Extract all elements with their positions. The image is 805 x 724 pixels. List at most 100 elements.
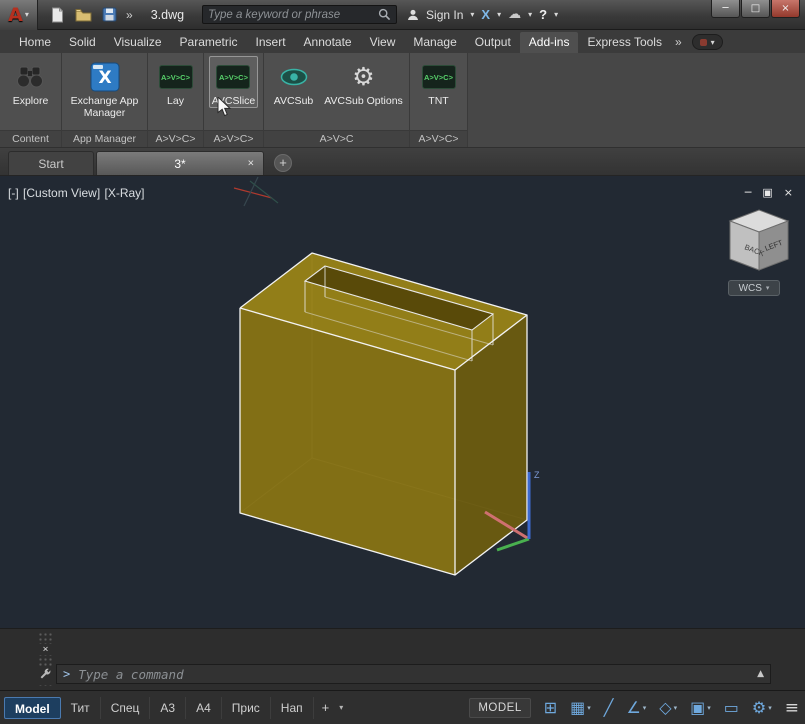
explore-button[interactable]: Explore (10, 56, 52, 108)
binoculars-icon (15, 59, 45, 95)
workspace-caret-icon[interactable]: ▾ (768, 704, 772, 712)
panel-label-avc-slice[interactable]: A>V>C> (204, 130, 263, 147)
annotation-icon[interactable]: ▭ (724, 698, 739, 718)
viewport-view-control[interactable]: [Custom View] (23, 186, 100, 200)
ribbon-tab-annotate[interactable]: Annotate (295, 32, 361, 53)
wcs-dropdown[interactable]: WCS ▾ (728, 280, 780, 296)
layout-overflow-icon[interactable]: ▾ (339, 703, 343, 712)
exchange-app-manager-label: Exchange App Manager (65, 95, 145, 119)
avc-badge-icon: A>V>C> (159, 65, 193, 89)
new-layout-button[interactable]: + (314, 700, 338, 715)
tnt-label: TNT (428, 95, 448, 107)
layout-tab-model[interactable]: Model (4, 697, 61, 719)
polar-tracking-icon[interactable]: ∠ ▾ (626, 698, 646, 718)
new-tab-button[interactable]: + (274, 154, 292, 172)
layout-tab-spec[interactable]: Спец (101, 697, 151, 719)
ribbon-tab-view[interactable]: View (361, 32, 405, 53)
search-icon[interactable] (378, 8, 391, 21)
close-tab-icon[interactable]: × (248, 158, 254, 169)
sign-in-button[interactable]: Sign In (426, 8, 463, 22)
ribbon-display-toggle[interactable]: ▾ (692, 34, 723, 50)
tnt-button[interactable]: A>V>C> TNT (419, 56, 459, 108)
command-window[interactable]: × Automatic save to C:\Temp\3_1_1_2796.s… (0, 628, 805, 690)
ribbon-tabs-overflow-icon[interactable]: » (671, 35, 686, 53)
osnap-icon[interactable]: ▣ ▾ (690, 698, 711, 718)
avcsub-button[interactable]: AVCSub (267, 56, 321, 108)
ribbon-tab-express-tools[interactable]: Express Tools (578, 32, 670, 53)
panel-label-avc-tnt[interactable]: A>V>C> (410, 130, 467, 147)
viewport-restore-icon[interactable]: ▣ (762, 186, 772, 199)
viewport-visual-style-control[interactable]: [X-Ray] (105, 186, 145, 200)
osnap-caret-icon[interactable]: ▾ (707, 704, 711, 712)
drawing-viewport[interactable]: [-] [Custom View] [X-Ray] ─ ▣ × (0, 176, 805, 628)
sign-in-caret-icon[interactable]: ▾ (470, 10, 474, 19)
ribbon-tab-visualize[interactable]: Visualize (105, 32, 171, 53)
polar-caret-icon[interactable]: ▾ (643, 704, 647, 712)
panel-label-app-manager[interactable]: App Manager (62, 130, 147, 147)
explore-label: Explore (13, 95, 49, 107)
panel-content: Explore Content (0, 53, 62, 147)
panel-label-avc-sub[interactable]: A>V>C (264, 130, 409, 147)
maximize-button[interactable]: □ (741, 0, 770, 18)
viewport-minimize-icon[interactable]: ─ (745, 186, 752, 199)
qat-overflow-icon[interactable]: » (124, 8, 135, 22)
close-command-icon[interactable]: × (38, 644, 53, 655)
layout-tab-a4[interactable]: А4 (186, 697, 222, 719)
customize-command-icon[interactable] (39, 666, 53, 685)
3d-solid[interactable] (240, 253, 527, 575)
file-tab-start[interactable]: Start (8, 151, 94, 175)
command-input-placeholder[interactable]: Type a command (78, 667, 757, 682)
search-input[interactable] (208, 9, 378, 21)
cloud-caret-icon[interactable]: ▾ (528, 10, 532, 19)
search-box[interactable] (202, 5, 397, 24)
lay-button[interactable]: A>V>C> Lay (156, 56, 196, 108)
layout-tab-tit[interactable]: Тит (61, 697, 101, 719)
viewcube[interactable]: BACK LEFT (726, 208, 792, 281)
ortho-icon[interactable]: ╱ (604, 698, 614, 718)
panel-label-avc-lay[interactable]: A>V>C> (148, 130, 203, 147)
model-space-button[interactable]: MODEL (469, 698, 530, 718)
grid-icon[interactable]: ⊞ (544, 698, 557, 718)
application-menu-button[interactable]: A ▾ (0, 0, 38, 30)
command-scroll-up-icon[interactable]: ▲ (757, 669, 764, 679)
viewport-menu-control[interactable]: [-] (8, 186, 19, 200)
layout-tab-nap[interactable]: Нап (271, 697, 314, 719)
layout-tab-a3[interactable]: А3 (150, 697, 186, 719)
ribbon-tab-home[interactable]: Home (10, 32, 60, 53)
help-button[interactable]: ? (539, 7, 547, 22)
file-tab-document[interactable]: 3* × (96, 151, 264, 175)
ribbon-tab-manage[interactable]: Manage (404, 32, 465, 53)
customization-menu-icon[interactable]: ≡ (785, 698, 799, 718)
snap-icon[interactable]: ▦ ▾ (570, 698, 591, 718)
ribbon-tab-output[interactable]: Output (466, 32, 520, 53)
layout-tab-pris[interactable]: Прис (222, 697, 271, 719)
command-input-row[interactable]: > Type a command ▲ (56, 664, 771, 684)
avcsub-options-button[interactable]: ⚙ AVCSub Options (321, 56, 407, 108)
a360-cloud-icon[interactable]: ☁ (508, 7, 521, 22)
lay-label: Lay (167, 95, 184, 107)
new-file-button[interactable] (46, 4, 68, 26)
exchange-app-manager-button[interactable]: X Exchange App Manager (64, 56, 146, 120)
isodraft-icon[interactable]: ◇ ▾ (659, 698, 677, 718)
close-button[interactable]: × (771, 0, 800, 18)
document-title: 3.dwg (151, 8, 184, 22)
minimize-button[interactable]: ─ (711, 0, 740, 18)
snap-caret-icon[interactable]: ▾ (587, 704, 591, 712)
ribbon-tab-insert[interactable]: Insert (247, 32, 295, 53)
file-tab-bar: Start 3* × + (0, 148, 805, 176)
ribbon-tab-parametric[interactable]: Parametric (171, 32, 247, 53)
exchange-apps-icon[interactable]: X (481, 7, 490, 22)
open-file-button[interactable] (72, 4, 94, 26)
isodraft-caret-icon[interactable]: ▾ (674, 704, 678, 712)
workspace-icon[interactable]: ⚙ ▾ (752, 698, 772, 718)
drawing-canvas[interactable]: Z (0, 176, 805, 628)
grid-glyph: ⊞ (544, 698, 557, 718)
ribbon-tab-solid[interactable]: Solid (60, 32, 105, 53)
save-button[interactable] (98, 4, 120, 26)
exchange-caret-icon[interactable]: ▾ (497, 10, 501, 19)
autocad-logo-icon: A (8, 4, 23, 26)
help-caret-icon[interactable]: ▾ (554, 10, 558, 19)
ribbon-tab-add-ins[interactable]: Add-ins (520, 32, 579, 53)
viewport-close-icon[interactable]: × (784, 186, 793, 199)
panel-label-content[interactable]: Content (0, 130, 61, 147)
